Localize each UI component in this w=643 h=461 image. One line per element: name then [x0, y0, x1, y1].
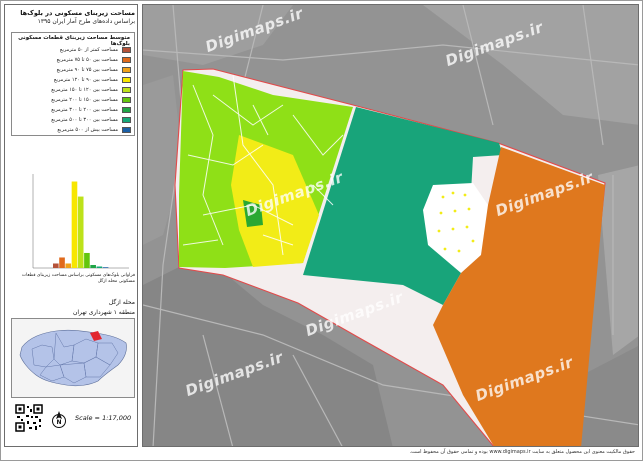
location-title: محله ازگل منطقه ۱ شهرداری تهران: [9, 298, 135, 318]
chart-bar: [102, 267, 109, 268]
legend-label: مساحت بین ۳۰۰ تا ۵۰۰ مترمربع: [51, 116, 118, 123]
legend-label: مساحت بین ۲۰۰ تا ۳۰۰ مترمربع: [51, 106, 118, 113]
legend-swatch: [122, 56, 131, 63]
legend-label: مساحت بین ۱۲۰ تا ۱۵۰ مترمربع: [51, 86, 118, 93]
panel-subtitle: براساس داده‌های طرح آمار ایران ۱۳۹۵: [37, 18, 135, 25]
legend-label: مساحت بین ۱۵۰ تا ۲۰۰ مترمربع: [51, 96, 118, 103]
legend-swatch: [122, 96, 131, 103]
legend-swatch: [122, 116, 131, 123]
location-name: محله ازگل: [108, 299, 135, 306]
chart-bar: [90, 264, 96, 268]
legend-label: مساحت بیش از ۵۰۰ مترمربع: [57, 126, 118, 133]
location-district: منطقه ۱ شهرداری تهران: [72, 309, 135, 316]
legend-item: مساحت بین ۱۵۰ تا ۲۰۰ مترمربع: [51, 95, 131, 104]
legend-label: مساحت کمتر از ۵۰ مترمربع: [59, 46, 118, 53]
main-map[interactable]: Digimaps.ir Digimaps.ir Digimaps.ir Digi…: [142, 4, 639, 447]
chart-bar: [96, 266, 103, 268]
legend-item: مساحت بین ۵۰ تا ۷۵ مترمربع: [57, 55, 131, 64]
legend-swatch: [122, 66, 131, 73]
qr-code-icon: [15, 404, 43, 432]
side-panel: مساحت زیربنای مسکونی در بلوک‌ها براساس د…: [4, 4, 138, 447]
legend-item: مساحت بین ۲۰۰ تا ۳۰۰ مترمربع: [51, 105, 131, 114]
legend-swatch: [122, 76, 131, 83]
legend-swatch: [122, 86, 131, 93]
chart-caption: فراوانی بلوک‌های مسکونی براساس مساحت زیر…: [21, 273, 135, 284]
legend-swatch: [122, 46, 131, 53]
chart-bar: [65, 263, 72, 268]
legend-swatch: [122, 106, 131, 113]
histogram-svg: [32, 174, 129, 269]
legend-item: مساحت بین ۱۲۰ تا ۱۵۰ مترمربع: [51, 85, 131, 94]
panel-title: مساحت زیربنای مسکونی در بلوک‌ها: [20, 9, 135, 17]
legend-item: مساحت بین ۳۰۰ تا ۵۰۰ مترمربع: [51, 115, 131, 124]
north-arrow-icon: N: [52, 411, 66, 428]
chart-bar: [53, 263, 59, 268]
legend-label: مساحت بین ۷۵ تا ۹۰ مترمربع: [56, 66, 118, 73]
legend-swatch: [122, 126, 131, 133]
legend-label: مساحت بین ۹۰ تا ۱۲۰ مترمربع: [53, 76, 118, 83]
legend-item: مساحت کمتر از ۵۰ مترمربع: [60, 45, 131, 54]
chart-bar: [84, 252, 90, 268]
chart-bar: [59, 257, 65, 268]
legend-item: مساحت بین ۷۵ تا ۹۰ مترمربع: [57, 65, 131, 74]
inset-map: [11, 318, 135, 398]
legend-label: مساحت بین ۵۰ تا ۷۵ مترمربع: [56, 56, 118, 63]
legend: متوسط مساحت زیربنای قطعات مسکونی بلوک‌ها…: [11, 32, 135, 136]
chart-bar: [71, 181, 78, 268]
copyright-note: حقوق مالکیت معنوی این محصول متعلق به سای…: [409, 449, 635, 455]
chart-bar: [77, 196, 84, 268]
scale-label: Scale = 1:17,000: [75, 414, 132, 422]
legend-item: مساحت بین ۹۰ تا ۱۲۰ مترمربع: [54, 75, 131, 84]
histogram-chart: [11, 168, 135, 290]
legend-item: مساحت بیش از ۵۰۰ مترمربع: [57, 125, 131, 134]
tehran-inset-svg: [19, 329, 127, 387]
svg-text:N: N: [56, 419, 61, 426]
tehran-boundary: [19, 329, 127, 387]
